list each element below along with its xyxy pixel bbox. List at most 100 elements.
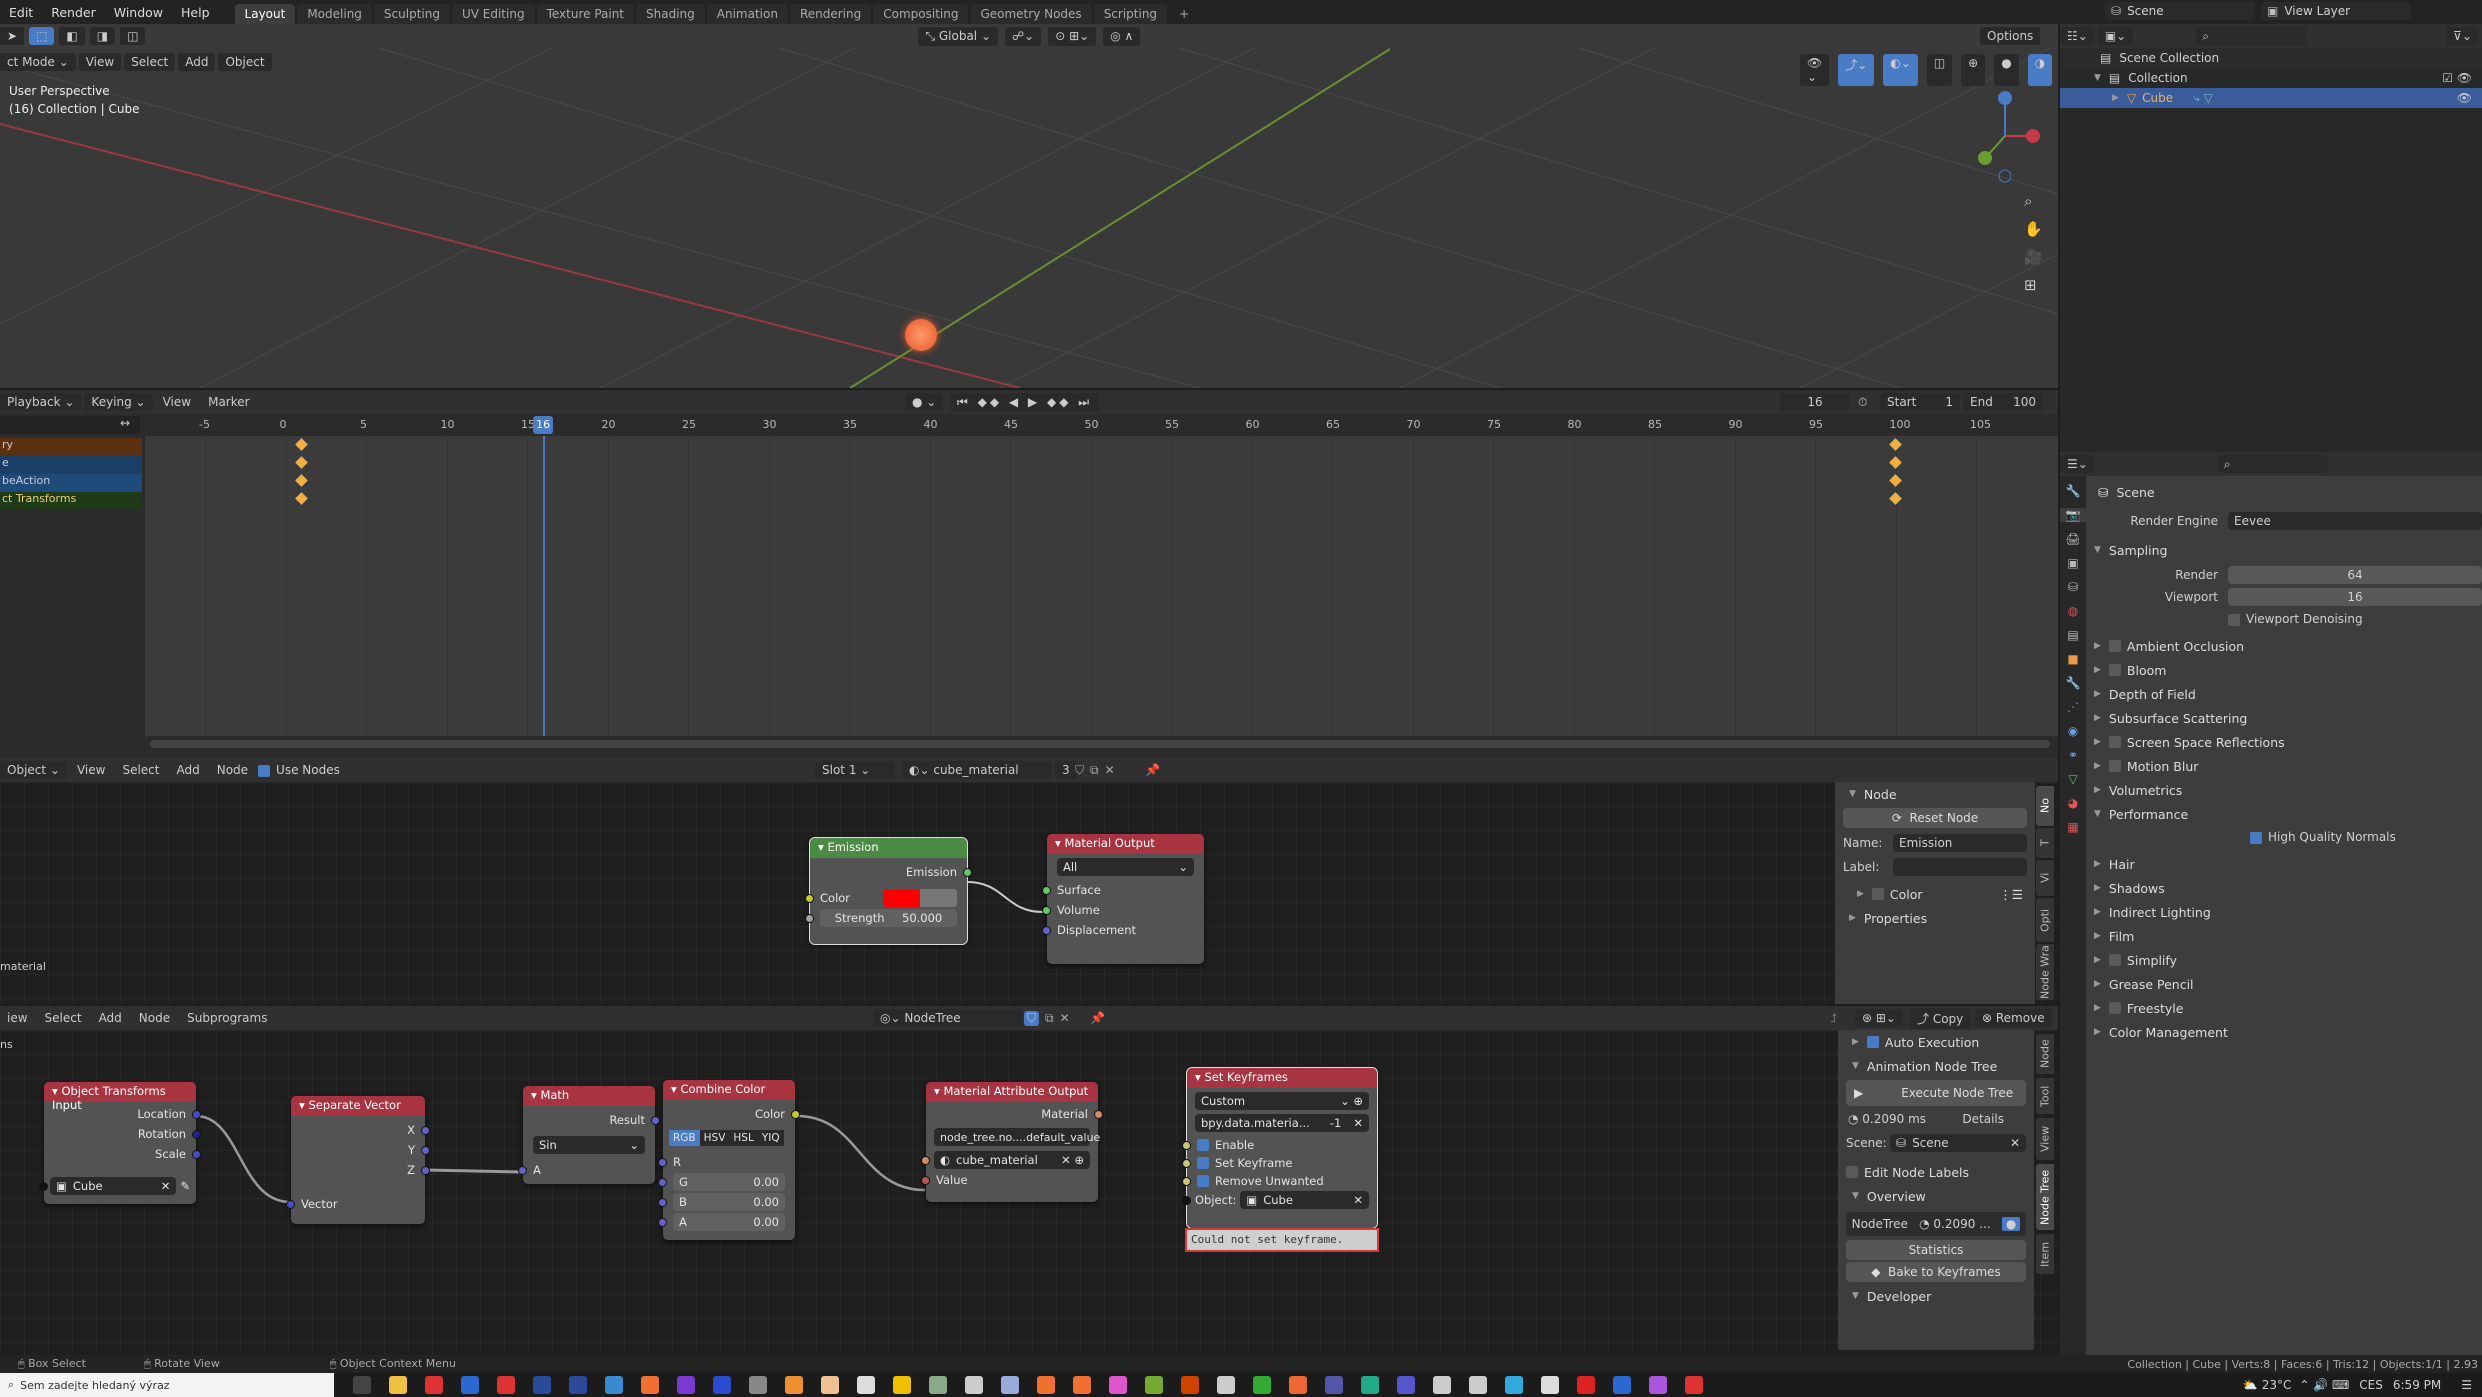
- modifier-tab-icon[interactable]: 🔧: [2066, 676, 2081, 690]
- details-link[interactable]: Details: [1962, 1112, 2004, 1126]
- viewport-denoising-checkbox[interactable]: Viewport Denoising: [2228, 612, 2482, 626]
- edit-node-labels-checkbox[interactable]: Edit Node Labels: [1838, 1160, 2034, 1184]
- keyframe-marker[interactable]: [1888, 438, 1902, 451]
- taskbar-app-icon[interactable]: [1649, 1376, 1667, 1394]
- taskbar-app-icon[interactable]: [497, 1376, 515, 1394]
- a-field[interactable]: A 0.00: [673, 1213, 785, 1231]
- rotation-socket[interactable]: [192, 1129, 201, 1139]
- filter-icon[interactable]: ⊽⌄: [2446, 27, 2479, 45]
- surface-socket[interactable]: [1042, 885, 1051, 895]
- physics-tab-icon[interactable]: ◉: [2068, 724, 2078, 738]
- panel-volumetrics[interactable]: ▶ Volumetrics: [2090, 778, 2482, 802]
- copy-button[interactable]: ⤴ Copy: [1910, 1007, 1971, 1029]
- panel-subsurface-scattering[interactable]: ▶ Subsurface Scattering: [2090, 706, 2482, 730]
- object-tab-icon[interactable]: ■: [2067, 652, 2078, 666]
- add-menu[interactable]: Add: [169, 761, 206, 779]
- slot-dropdown[interactable]: Slot 1 ⌄: [815, 761, 895, 779]
- panel-freestyle[interactable]: ▶ Freestyle: [2090, 996, 2482, 1020]
- node-name-field[interactable]: Emission: [1893, 834, 2027, 852]
- frame-ruler[interactable]: -5 0 5 10 15 20 25 30 35 40 45 50 55 60 65 70 75 80 85 90 95…: [145, 414, 2058, 436]
- a-input-socket[interactable]: [518, 1165, 527, 1175]
- taskbar-app-icon[interactable]: [1253, 1376, 1271, 1394]
- tab-item[interactable]: Item: [2036, 1234, 2054, 1274]
- keyframe-marker[interactable]: [1888, 492, 1902, 505]
- keyframe-marker[interactable]: [294, 474, 308, 487]
- taskbar-app-icon[interactable]: [533, 1376, 551, 1394]
- pan-hand-icon[interactable]: ✋: [2024, 220, 2043, 238]
- tab-node[interactable]: Node: [2036, 1034, 2054, 1074]
- tab-tool[interactable]: Tool: [2036, 1078, 2054, 1114]
- material-field[interactable]: ◐ cube_material ✕ ⊕: [934, 1151, 1090, 1169]
- object-transforms-input-node[interactable]: ▾ Object Transforms Input Location Rotat…: [39, 1082, 201, 1204]
- render-engine-dropdown[interactable]: Eevee: [2228, 512, 2482, 530]
- workspace-tab-modeling[interactable]: Modeling: [297, 4, 372, 24]
- material-attribute-output-node[interactable]: ▾ Material Attribute Output Material nod…: [921, 1082, 1103, 1202]
- panel-simplify[interactable]: ▶ Simplify: [2090, 948, 2482, 972]
- scene-tab-icon[interactable]: ⛁: [2068, 580, 2078, 594]
- keyframe-marker[interactable]: [1888, 474, 1902, 487]
- color-swatch[interactable]: [883, 889, 957, 907]
- developer-header[interactable]: ▼ Developer: [1838, 1284, 2034, 1308]
- channel-sync-icon[interactable]: ↔: [120, 416, 130, 430]
- playback-menu[interactable]: Playback ⌄: [0, 393, 82, 411]
- scale-socket[interactable]: [192, 1149, 201, 1159]
- shading-solid-icon[interactable]: ●: [1994, 54, 2019, 86]
- object-input-socket[interactable]: [39, 1181, 48, 1191]
- taskbar-app-icon[interactable]: [1001, 1376, 1019, 1394]
- workspace-tab-compositing[interactable]: Compositing: [873, 4, 969, 24]
- material-output-node[interactable]: ▾ Material Output All ⌄ Surface Volume Di…: [1042, 834, 1204, 964]
- playhead-handle[interactable]: 16: [533, 416, 554, 434]
- taskbar-app-icon[interactable]: [1145, 1376, 1163, 1394]
- view-layer-filter-icon[interactable]: ▣⌄: [2097, 27, 2134, 45]
- 3d-viewport[interactable]: ➤ ⬚ ◧ ◨ ◫ ⤡ Global ⌄ ☍⌄ ⊙ ⊞⌄ ◎ ∧ Options…: [0, 24, 2058, 388]
- viewport-samples-field[interactable]: 16: [2228, 588, 2482, 606]
- strength-field[interactable]: Strength 50.000: [820, 909, 957, 927]
- shading-wireframe-icon[interactable]: ⊕: [1961, 54, 1986, 86]
- notifications-icon[interactable]: ☰: [2461, 1378, 2472, 1392]
- object-type-dropdown[interactable]: Object ⌄: [0, 761, 67, 779]
- timeline-scrollbar[interactable]: [150, 740, 2050, 748]
- outliner-item-scene-collection[interactable]: ▤ Scene Collection: [2060, 48, 2482, 68]
- z-output-socket[interactable]: [421, 1165, 430, 1175]
- select-tool-icon[interactable]: ➤: [0, 27, 25, 45]
- world-tab-icon[interactable]: ◍: [2068, 604, 2078, 618]
- shading-material-icon[interactable]: ◑: [2027, 54, 2053, 86]
- view-layer-tab-icon[interactable]: ▣: [2067, 556, 2078, 570]
- workspace-tab-geometry-nodes[interactable]: Geometry Nodes: [970, 4, 1092, 24]
- overlay-icon[interactable]: ◐⌄: [1883, 54, 1918, 86]
- playback-controls[interactable]: ⏮ ◆◆ ◀ ▶ ◆◆ ⏭: [950, 392, 1100, 412]
- taskbar-app-icon[interactable]: [641, 1376, 659, 1394]
- node-label-field[interactable]: [1893, 858, 2027, 876]
- b-field[interactable]: B 0.00: [673, 1193, 785, 1211]
- mode-dropdown[interactable]: ct Mode ⌄: [0, 53, 76, 71]
- playhead-line[interactable]: [543, 436, 546, 736]
- properties-panel-header[interactable]: ▶ Properties: [1835, 906, 2035, 930]
- start-frame-field[interactable]: Start 1: [1880, 393, 1960, 411]
- channel-search[interactable]: [0, 416, 140, 434]
- tree-overview-row[interactable]: NodeTree ◔ 0.2090 ... ●: [1846, 1212, 2026, 1236]
- panel-shadows[interactable]: ▶ Shadows: [2090, 876, 2482, 900]
- pin-icon[interactable]: 📌: [1145, 763, 1160, 777]
- current-frame-field[interactable]: 16: [1780, 393, 1850, 411]
- object-menu[interactable]: Object: [218, 53, 272, 71]
- pivot-icon[interactable]: ☍⌄: [1005, 26, 1042, 46]
- menu-render[interactable]: Render: [42, 5, 105, 20]
- output-target-dropdown[interactable]: All ⌄: [1057, 858, 1194, 876]
- panel-bloom[interactable]: ▶ Bloom: [2090, 658, 2482, 682]
- g-field[interactable]: G 0.00: [673, 1173, 785, 1191]
- taskbar-app-icon[interactable]: [857, 1376, 875, 1394]
- panel-depth-of-field[interactable]: ▶ Depth of Field: [2090, 682, 2482, 706]
- scene-selector[interactable]: ⛁ Scene: [2105, 2, 2255, 20]
- panel-hair[interactable]: ▶ Hair: [2090, 852, 2482, 876]
- keyframe-area[interactable]: [145, 436, 2058, 736]
- panel-color-management[interactable]: ▶ Color Management: [2090, 1020, 2482, 1044]
- taskbar-app-icon[interactable]: [677, 1376, 695, 1394]
- taskbar-app-icon[interactable]: [1181, 1376, 1199, 1394]
- displacement-socket[interactable]: [1042, 925, 1051, 935]
- render-tab-icon[interactable]: 📷: [2060, 508, 2086, 522]
- taskbar-app-icon[interactable]: [569, 1376, 587, 1394]
- marker-menu[interactable]: Marker: [201, 393, 256, 411]
- material-selector[interactable]: ◐⌄ cube_material: [902, 761, 1052, 779]
- options-button[interactable]: Options: [1980, 27, 2041, 45]
- panel-motion-blur[interactable]: ▶ Motion Blur: [2090, 754, 2482, 778]
